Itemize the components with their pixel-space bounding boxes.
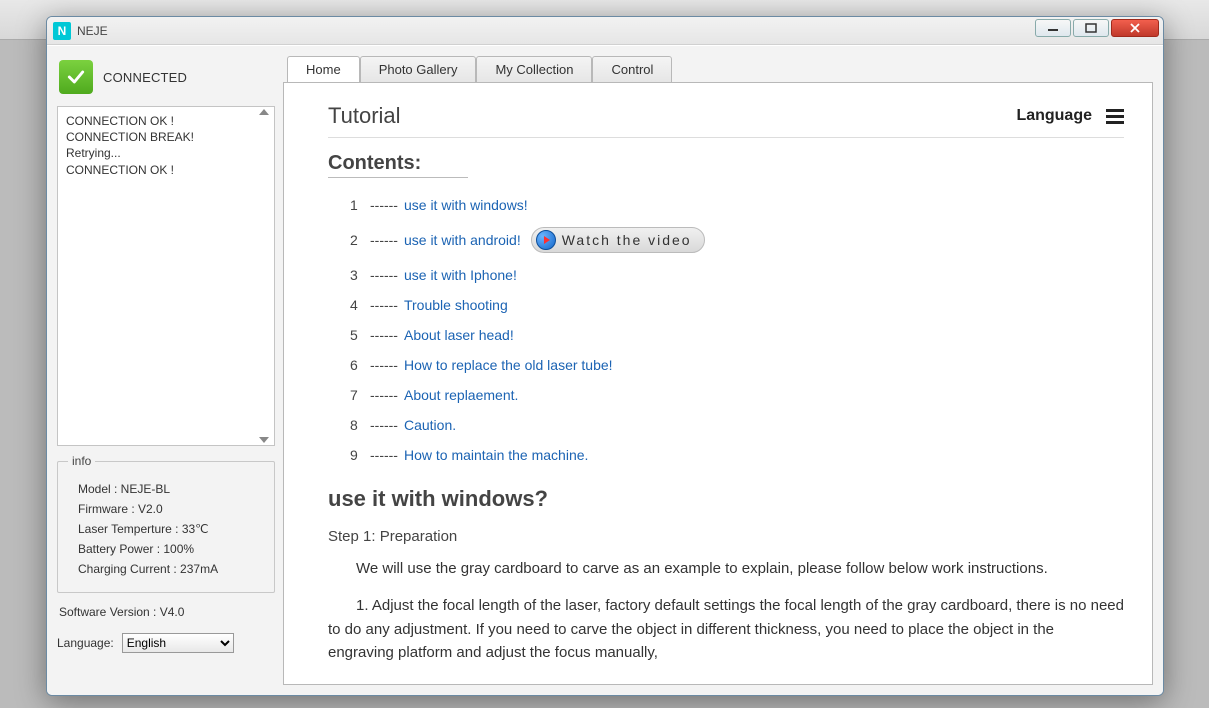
toc-number: 1: [350, 197, 364, 213]
toc-dash: ------: [370, 197, 398, 213]
close-button[interactable]: [1111, 19, 1159, 37]
connection-label: CONNECTED: [103, 70, 187, 85]
info-model: Model : NEJE-BL: [78, 482, 264, 496]
toc-item: 1 ------ use it with windows!: [350, 190, 1124, 220]
tab-home[interactable]: Home: [287, 56, 360, 83]
software-version: Software Version : V4.0: [59, 605, 273, 619]
watch-video-button[interactable]: Watch the video: [531, 227, 705, 253]
toc-list: 1 ------ use it with windows! 2 ------ u…: [350, 190, 1124, 470]
toc-item: 6 ------ How to replace the old laser tu…: [350, 350, 1124, 380]
toc-number: 5: [350, 327, 364, 343]
contents-heading: Contents:: [328, 152, 468, 178]
title-bar[interactable]: N NEJE: [47, 17, 1163, 45]
connection-status: CONNECTED: [57, 56, 275, 98]
toc-link-iphone[interactable]: use it with Iphone!: [404, 267, 517, 283]
toc-link-trouble[interactable]: Trouble shooting: [404, 297, 508, 313]
content-frame: Tutorial Language Contents: 1 ------ use…: [283, 82, 1153, 685]
watch-video-label: Watch the video: [562, 232, 692, 248]
maximize-button[interactable]: [1073, 19, 1109, 37]
toc-item: 8 ------ Caution.: [350, 410, 1124, 440]
toc-item: 4 ------ Trouble shooting: [350, 290, 1124, 320]
toc-link-replacement[interactable]: About replaement.: [404, 387, 518, 403]
app-title: NEJE: [77, 24, 108, 38]
window-controls: [1035, 19, 1159, 37]
log-scrollbar[interactable]: [256, 109, 272, 443]
language-widget-label: Language: [1016, 107, 1092, 125]
toc-item: 9 ------ How to maintain the machine.: [350, 440, 1124, 470]
check-icon: [59, 60, 93, 94]
tutorial-header: Tutorial Language: [328, 83, 1124, 138]
info-charging: Charging Current : 237mA: [78, 562, 264, 576]
toc-link-maintain[interactable]: How to maintain the machine.: [404, 447, 588, 463]
toc-dash: ------: [370, 447, 398, 463]
scroll-up-icon[interactable]: [259, 109, 269, 115]
toc-dash: ------: [370, 387, 398, 403]
info-legend: info: [68, 454, 95, 468]
info-box: info Model : NEJE-BL Firmware : V2.0 Las…: [57, 454, 275, 593]
toc-dash: ------: [370, 297, 398, 313]
info-battery: Battery Power : 100%: [78, 542, 264, 556]
scroll-down-icon[interactable]: [259, 437, 269, 443]
sidebar: CONNECTED CONNECTION OK ! CONNECTION BRE…: [57, 56, 275, 685]
paragraph: We will use the gray cardboard to carve …: [328, 557, 1124, 580]
info-firmware: Firmware : V2.0: [78, 502, 264, 516]
toc-item: 5 ------ About laser head!: [350, 320, 1124, 350]
toc-number: 3: [350, 267, 364, 283]
toc-number: 8: [350, 417, 364, 433]
hamburger-icon[interactable]: [1106, 109, 1124, 124]
tab-photo-gallery[interactable]: Photo Gallery: [360, 56, 477, 83]
toc-item: 3 ------ use it with Iphone!: [350, 260, 1124, 290]
main-panel: Home Photo Gallery My Collection Control…: [283, 56, 1153, 685]
toc-link-windows[interactable]: use it with windows!: [404, 197, 528, 213]
toc-dash: ------: [370, 417, 398, 433]
toc-number: 6: [350, 357, 364, 373]
toc-item: 7 ------ About replaement.: [350, 380, 1124, 410]
paragraph: 1. Adjust the focal length of the laser,…: [328, 594, 1124, 664]
tutorial-title: Tutorial: [328, 103, 401, 129]
app-window: N NEJE CONNECTED CONNECTION OK !: [46, 16, 1164, 696]
language-select[interactable]: English: [122, 633, 234, 653]
step-title: Step 1: Preparation: [328, 528, 1124, 545]
toc-dash: ------: [370, 267, 398, 283]
client-area: CONNECTED CONNECTION OK ! CONNECTION BRE…: [47, 45, 1163, 695]
tab-my-collection[interactable]: My Collection: [476, 56, 592, 83]
toc-number: 2: [350, 232, 364, 248]
tab-bar: Home Photo Gallery My Collection Control: [287, 56, 1153, 83]
language-row: Language: English: [57, 633, 275, 653]
content-scroll[interactable]: Tutorial Language Contents: 1 ------ use…: [284, 83, 1152, 684]
section-title: use it with windows?: [328, 486, 1124, 512]
toc-link-caution[interactable]: Caution.: [404, 417, 456, 433]
toc-link-android[interactable]: use it with android!: [404, 232, 521, 248]
info-laser-temp: Laser Temperture : 33℃: [78, 522, 264, 536]
language-label: Language:: [57, 636, 114, 650]
log-line: CONNECTION OK !: [66, 162, 266, 178]
toc-item: 2 ------ use it with android! Watch the …: [350, 220, 1124, 260]
toc-link-laser-head[interactable]: About laser head!: [404, 327, 514, 343]
app-icon: N: [53, 22, 71, 40]
toc-dash: ------: [370, 357, 398, 373]
toc-number: 4: [350, 297, 364, 313]
toc-link-replace-tube[interactable]: How to replace the old laser tube!: [404, 357, 613, 373]
toc-number: 9: [350, 447, 364, 463]
toc-dash: ------: [370, 327, 398, 343]
log-line: Retrying...: [66, 145, 266, 161]
play-icon: [536, 230, 556, 250]
log-line: CONNECTION OK !: [66, 113, 266, 129]
tab-control[interactable]: Control: [592, 56, 672, 83]
log-line: CONNECTION BREAK!: [66, 129, 266, 145]
log-box[interactable]: CONNECTION OK ! CONNECTION BREAK! Retryi…: [57, 106, 275, 446]
language-widget[interactable]: Language: [1016, 107, 1124, 125]
toc-number: 7: [350, 387, 364, 403]
minimize-button[interactable]: [1035, 19, 1071, 37]
toc-dash: ------: [370, 232, 398, 248]
